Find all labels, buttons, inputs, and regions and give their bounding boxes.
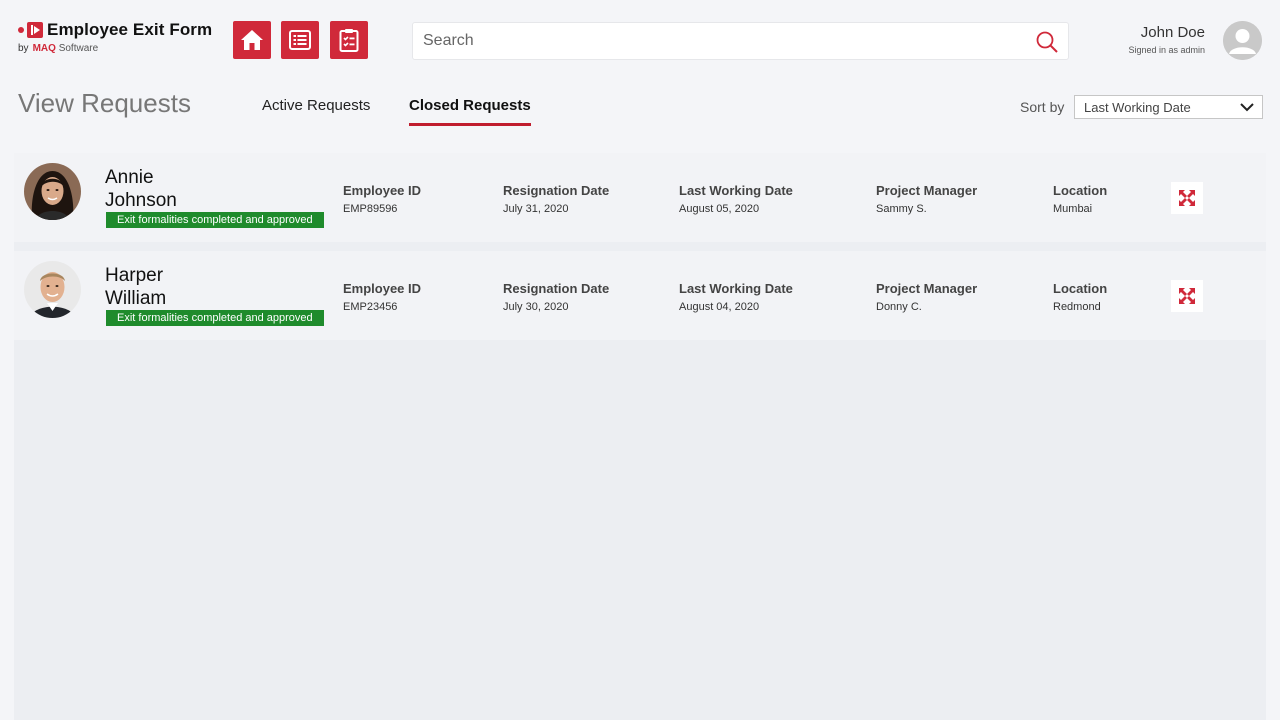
default-user-icon xyxy=(1223,21,1262,60)
request-row: Harper William Exit formalities complete… xyxy=(14,251,1266,340)
brand: Employee Exit Form by MAQ Software xyxy=(18,20,212,54)
expand-icon xyxy=(1179,288,1195,304)
app-title: Employee Exit Form xyxy=(47,20,213,39)
expand-button[interactable] xyxy=(1171,182,1203,214)
location-field: Location Redmond xyxy=(1053,281,1108,313)
employee-id-field: Employee ID EMP89596 xyxy=(343,183,422,215)
search-input[interactable] xyxy=(413,23,1013,59)
request-row: Annie Johnson Exit formalities completed… xyxy=(14,153,1266,242)
sort-dropdown[interactable]: Last Working Date xyxy=(1074,95,1263,119)
user-role: Signed in as admin xyxy=(1128,45,1205,55)
project-manager-field: Project Manager Sammy S. xyxy=(876,183,978,215)
page-title: View Requests xyxy=(18,88,191,118)
company-logo: MAQ xyxy=(32,43,56,54)
tab-active-requests[interactable]: Active Requests xyxy=(262,97,370,123)
status-badge: Exit formalities completed and approved xyxy=(106,212,324,228)
last-working-date-field: Last Working Date August 04, 2020 xyxy=(679,281,793,313)
chevron-down-icon xyxy=(1240,103,1254,112)
checklist-button[interactable] xyxy=(330,21,368,59)
last-working-date-field: Last Working Date August 05, 2020 xyxy=(679,183,793,215)
home-button[interactable] xyxy=(233,21,271,59)
status-badge: Exit formalities completed and approved xyxy=(106,310,324,326)
requests-list: Annie Johnson Exit formalities completed… xyxy=(14,153,1266,720)
list-icon xyxy=(289,30,311,50)
requests-list-button[interactable] xyxy=(281,21,319,59)
user-name: John Doe xyxy=(1140,24,1205,41)
project-manager-field: Project Manager Donny C. xyxy=(876,281,978,313)
expand-icon xyxy=(1179,190,1195,206)
resignation-date-field: Resignation Date July 30, 2020 xyxy=(503,281,610,313)
employee-photo xyxy=(24,163,81,220)
location-field: Location Mumbai xyxy=(1053,183,1108,215)
user-avatar[interactable] xyxy=(1223,21,1262,60)
employee-photo xyxy=(24,261,81,318)
search-icon[interactable] xyxy=(1036,31,1058,53)
employee-name: Annie Johnson xyxy=(105,167,177,211)
brand-byline: by MAQ Software xyxy=(18,43,99,54)
resignation-date-field: Resignation Date July 31, 2020 xyxy=(503,183,610,215)
employee-name: Harper William xyxy=(105,265,167,309)
employee-id-field: Employee ID EMP23456 xyxy=(343,281,422,313)
search-bar xyxy=(412,22,1069,60)
expand-button[interactable] xyxy=(1171,280,1203,312)
tab-closed-requests[interactable]: Closed Requests xyxy=(409,97,531,126)
app-header: Employee Exit Form by MAQ Software Searc… xyxy=(0,0,1280,80)
home-icon xyxy=(241,30,263,50)
sort-selected-value: Last Working Date xyxy=(1084,99,1191,115)
user-info: John Doe Signed in as admin xyxy=(1128,24,1205,55)
sort-label: Sort by xyxy=(1020,99,1065,115)
brand-logo-icon xyxy=(18,22,43,38)
clipboard-check-icon xyxy=(339,29,359,52)
